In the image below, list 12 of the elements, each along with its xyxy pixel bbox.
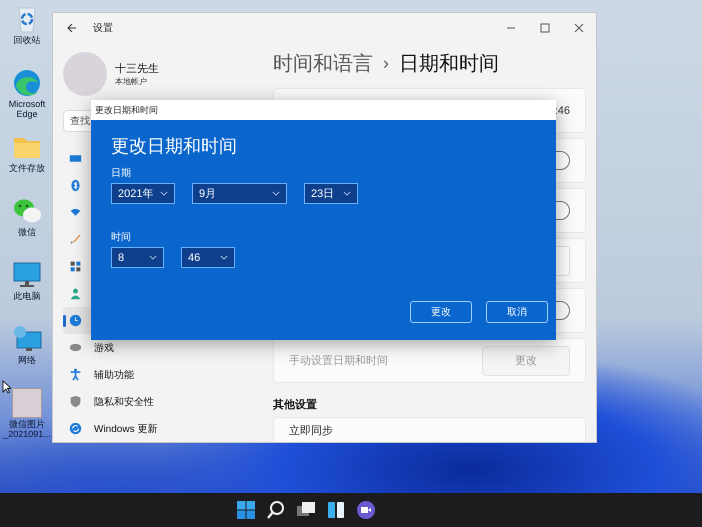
dialog-title: 更改日期和时间 [95,104,158,116]
date-label: 日期 [111,166,132,180]
window-title: 设置 [93,22,113,35]
time-label: 时间 [111,230,132,244]
setting-label: 手动设置日期和时间 [289,354,388,368]
page-title: 日期和时间 [399,52,499,77]
time-value: :46 [554,104,570,116]
user-name: 十三先生 [115,62,159,76]
breadcrumb-separator: › [383,53,389,74]
account-type: 本地帐户 [115,76,148,87]
dialog-heading: 更改日期和时间 [111,135,238,158]
section-heading: 其他设置 [273,398,318,412]
